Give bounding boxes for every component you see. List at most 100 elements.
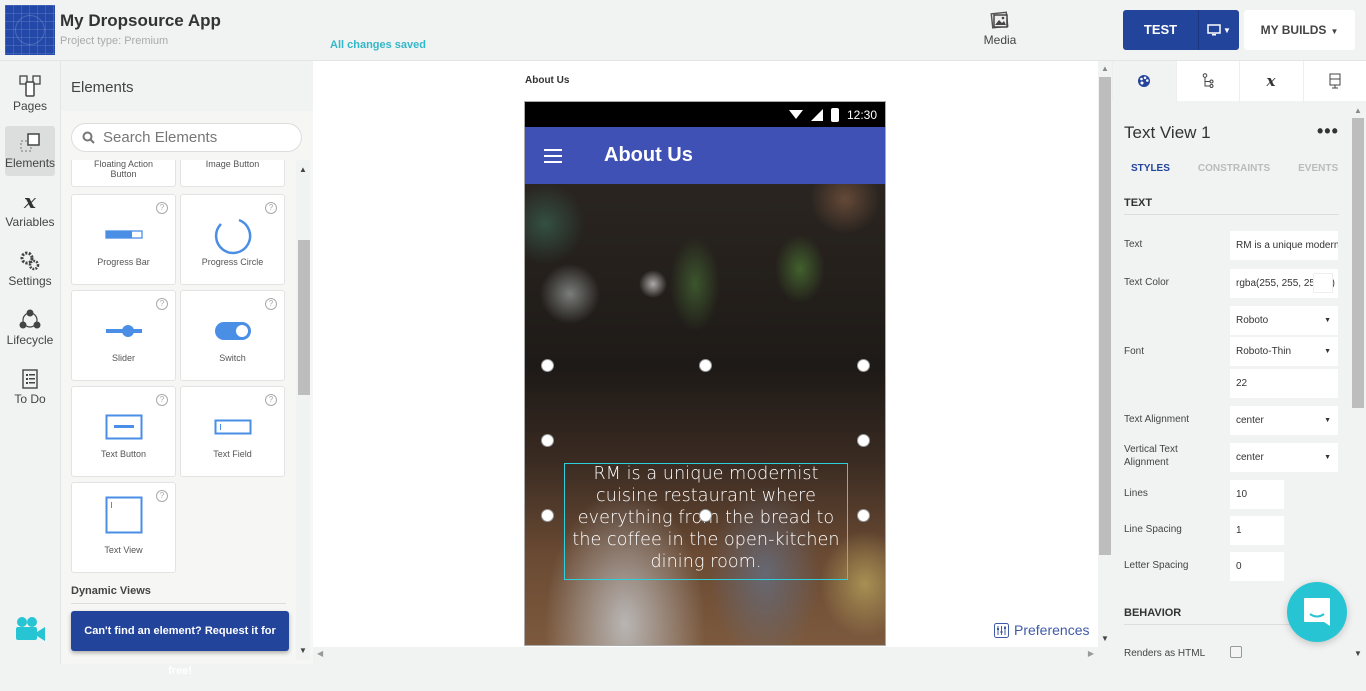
element-card-switch[interactable]: ? Switch (180, 290, 285, 381)
elements-scrollbar[interactable]: ▲ ▼ (296, 160, 310, 660)
resize-handle-bottom[interactable] (699, 509, 712, 522)
test-button[interactable]: TEST (1123, 10, 1199, 50)
device-select-button[interactable]: ▼ (1199, 10, 1239, 50)
inspector-panel: x Text View 1 ••• STYLES CONSTRAINTS EVE… (1112, 61, 1366, 664)
tab-page[interactable] (1303, 61, 1366, 101)
subtab-events[interactable]: EVENTS (1298, 163, 1338, 174)
scroll-up-icon[interactable]: ▲ (1354, 106, 1362, 115)
scroll-down-icon[interactable]: ▼ (299, 646, 307, 655)
search-elements[interactable] (71, 123, 302, 152)
resize-handle-top[interactable] (699, 359, 712, 372)
element-card-text-field[interactable]: ? Text Field (180, 386, 285, 477)
text-alignment-label: Text Alignment (1124, 413, 1189, 426)
hierarchy-icon (1201, 73, 1215, 89)
inspector-scrollbar[interactable]: ▲ ▼ (1351, 106, 1365, 646)
video-tutorial-button[interactable] (14, 616, 46, 647)
nav-item-pages[interactable]: Pages (5, 69, 55, 119)
elements-panel: Elements Floating Action Button Image Bu… (61, 61, 313, 664)
card-label: Slider (72, 353, 175, 363)
hamburger-menu-icon[interactable] (544, 145, 562, 167)
nav-item-variables[interactable]: x Variables (5, 185, 55, 235)
help-icon[interactable]: ? (156, 394, 168, 406)
element-card-slider[interactable]: ? Slider (71, 290, 176, 381)
tab-variables[interactable]: x (1239, 61, 1303, 101)
scroll-down-icon[interactable]: ▼ (1354, 649, 1362, 658)
todo-icon (19, 368, 41, 390)
status-time: 12:30 (847, 108, 877, 122)
vertical-alignment-select[interactable]: center (1230, 443, 1338, 472)
card-label: Text View (72, 545, 175, 555)
app-logo[interactable] (5, 5, 55, 55)
nav-item-lifecycle[interactable]: Lifecycle (5, 303, 55, 353)
text-alignment-select[interactable]: center (1230, 406, 1338, 435)
text-color-label: Text Color (1124, 276, 1169, 289)
resize-handle-top-right[interactable] (857, 359, 870, 372)
lines-label: Lines (1124, 487, 1148, 500)
element-card-text-button[interactable]: ? Text Button (71, 386, 176, 477)
scroll-up-icon[interactable]: ▲ (299, 165, 307, 174)
help-icon[interactable]: ? (265, 394, 277, 406)
font-family-select[interactable]: Roboto (1230, 306, 1338, 335)
scroll-left-icon[interactable]: ◀ (317, 649, 323, 658)
project-type: Project type: Premium (60, 35, 168, 47)
resize-handle-bottom-right[interactable] (857, 509, 870, 522)
scroll-up-icon[interactable]: ▲ (1101, 64, 1109, 73)
media-button[interactable]: Media (978, 10, 1022, 47)
element-card-progress-bar[interactable]: ? Progress Bar (71, 194, 176, 285)
help-icon[interactable]: ? (156, 298, 168, 310)
my-builds-button[interactable]: MY BUILDS▼ (1244, 10, 1355, 50)
canvas-horizontal-scrollbar[interactable]: ◀ ▶ (313, 647, 1098, 664)
text-value-field[interactable]: RM is a unique modernist cuisine restaur… (1230, 231, 1338, 260)
subtab-constraints[interactable]: CONSTRAINTS (1198, 163, 1270, 174)
element-card-progress-circle[interactable]: ? Progress Circle (180, 194, 285, 285)
scroll-thumb[interactable] (1352, 118, 1364, 408)
resize-handle-left[interactable] (541, 434, 554, 447)
search-input[interactable] (103, 129, 293, 146)
phone-preview: 12:30 About Us RM is a unique modernist … (524, 101, 886, 646)
chat-support-button[interactable] (1287, 582, 1347, 642)
preferences-label: Preferences (1014, 622, 1089, 638)
letter-spacing-field[interactable]: 0 (1230, 552, 1284, 581)
text-button-icon (105, 414, 143, 440)
app-bar-title: About Us (604, 144, 693, 167)
app-title[interactable]: My Dropsource App (60, 11, 221, 31)
font-label: Font (1124, 345, 1144, 358)
lines-field[interactable]: 10 (1230, 480, 1284, 509)
tab-hierarchy[interactable] (1176, 61, 1240, 101)
renders-html-checkbox[interactable] (1230, 646, 1242, 658)
font-weight-select[interactable]: Roboto-Thin (1230, 337, 1338, 366)
app-bar[interactable]: About Us (525, 127, 885, 184)
tab-styles[interactable] (1112, 61, 1176, 101)
more-options-icon[interactable]: ••• (1317, 121, 1339, 142)
element-card-image-button[interactable]: Image Button (180, 160, 285, 187)
line-spacing-label: Line Spacing (1124, 523, 1182, 536)
card-label: Text Field (181, 449, 284, 459)
scroll-down-icon[interactable]: ▼ (1101, 634, 1109, 643)
font-weight-value: Roboto-Thin (1236, 346, 1291, 357)
font-size-field[interactable]: 22 (1230, 369, 1338, 398)
element-card-text-view[interactable]: ? Text View (71, 482, 176, 573)
element-card-floating-action-button[interactable]: Floating Action Button (71, 160, 176, 187)
scroll-thumb[interactable] (298, 240, 310, 395)
help-icon[interactable]: ? (265, 202, 277, 214)
text-color-field[interactable]: rgba(255, 255, 255, 1) (1230, 269, 1338, 298)
resize-handle-right[interactable] (857, 434, 870, 447)
subtab-styles[interactable]: STYLES (1131, 163, 1170, 174)
chat-icon (1302, 596, 1332, 628)
background-image[interactable]: RM is a unique modernist cuisine restaur… (525, 184, 886, 646)
canvas-vertical-scrollbar[interactable]: ▲ ▼ (1098, 61, 1112, 647)
preferences-button[interactable]: Preferences (994, 622, 1089, 638)
request-element-button[interactable]: Can't find an element? Request it for fr… (71, 611, 289, 651)
battery-icon (831, 108, 839, 122)
resize-handle-top-left[interactable] (541, 359, 554, 372)
scroll-thumb[interactable] (1099, 77, 1111, 555)
nav-item-elements[interactable]: Elements (5, 126, 55, 176)
nav-item-settings[interactable]: Settings (5, 244, 55, 294)
help-icon[interactable]: ? (156, 202, 168, 214)
color-swatch[interactable] (1313, 273, 1333, 293)
line-spacing-field[interactable]: 1 (1230, 516, 1284, 545)
scroll-right-icon[interactable]: ▶ (1088, 649, 1094, 658)
nav-item-todo[interactable]: To Do (5, 362, 55, 412)
help-icon[interactable]: ? (265, 298, 277, 310)
resize-handle-bottom-left[interactable] (541, 509, 554, 522)
